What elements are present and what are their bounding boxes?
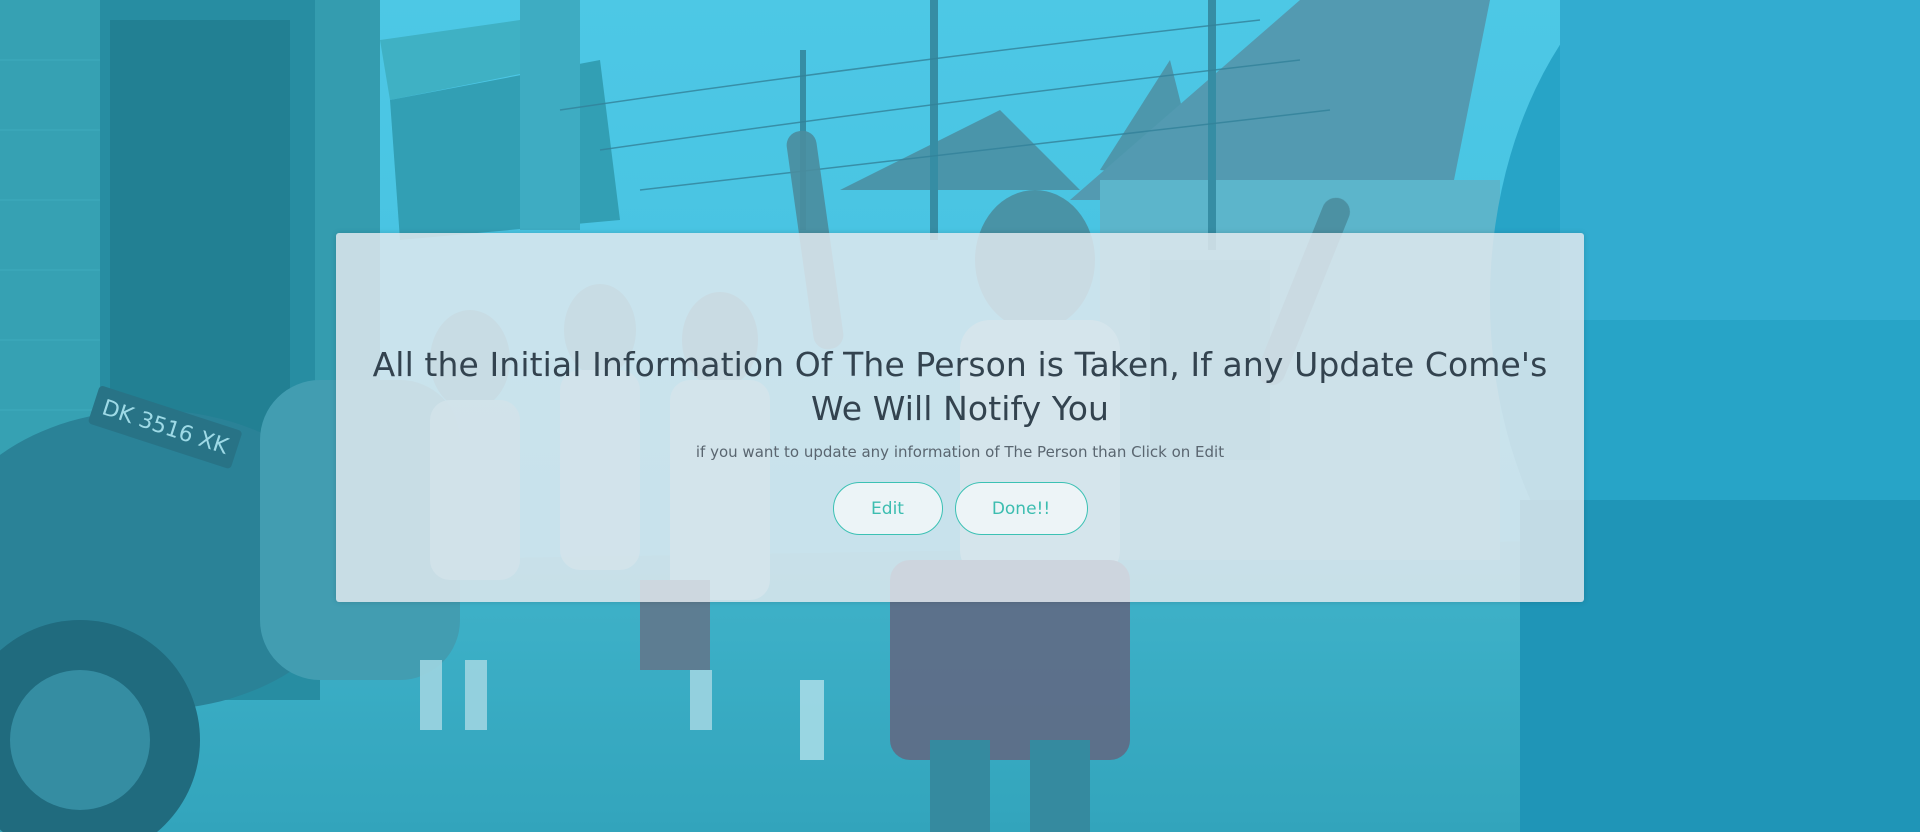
info-headline: All the Initial Information Of The Perso… (372, 345, 1548, 428)
action-buttons: Edit Done!! (336, 482, 1584, 535)
info-card: All the Initial Information Of The Perso… (336, 233, 1584, 602)
done-button[interactable]: Done!! (954, 482, 1088, 535)
edit-button[interactable]: Edit (832, 482, 943, 535)
info-subline: if you want to update any information of… (695, 443, 1225, 461)
